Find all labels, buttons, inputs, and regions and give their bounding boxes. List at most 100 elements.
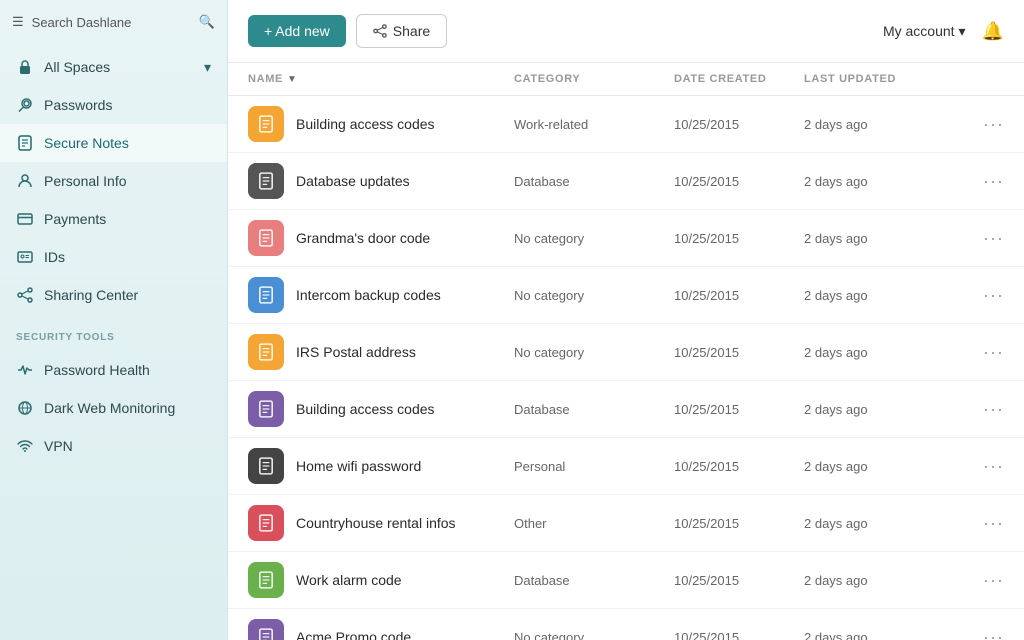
name-cell: Building access codes	[248, 106, 514, 142]
note-name: Countryhouse rental infos	[296, 515, 456, 531]
table-header: NAME ▼ CATEGORY DATE CREATED LAST UPDATE…	[228, 63, 1024, 96]
sidebar-item-sharing-center[interactable]: Sharing Center	[0, 276, 227, 314]
more-options-button[interactable]: ···	[964, 627, 1004, 640]
sidebar-security-section: Password Health Dark Web Monitoring VPN	[0, 347, 227, 469]
main-content: + Add new Share My account ▾ 🔔 NAME ▼ CA…	[228, 0, 1024, 640]
note-category: No category	[514, 630, 674, 640]
sidebar-item-dark-web[interactable]: Dark Web Monitoring	[0, 389, 227, 427]
sort-icon: ▼	[287, 74, 298, 85]
id-icon	[16, 248, 34, 266]
note-color-icon	[248, 163, 284, 199]
table-row: Work alarm code Database 10/25/2015 2 da…	[228, 552, 1024, 609]
note-name: Acme Promo code	[296, 629, 411, 640]
heart-icon	[16, 361, 34, 379]
sidebar-item-personal-info[interactable]: Personal Info	[0, 162, 227, 200]
note-name: IRS Postal address	[296, 344, 416, 360]
share-label: Share	[393, 23, 430, 39]
share-button[interactable]: Share	[356, 14, 447, 48]
security-tools-label: SECURITY TOOLS	[0, 318, 227, 347]
table-row: Countryhouse rental infos Other 10/25/20…	[228, 495, 1024, 552]
table-row: Building access codes Database 10/25/201…	[228, 381, 1024, 438]
note-date-created: 10/25/2015	[674, 459, 804, 474]
table-row: Building access codes Work-related 10/25…	[228, 96, 1024, 153]
name-cell: Database updates	[248, 163, 514, 199]
note-name: Work alarm code	[296, 572, 402, 588]
table-row: Intercom backup codes No category 10/25/…	[228, 267, 1024, 324]
more-options-button[interactable]: ···	[964, 228, 1004, 249]
column-category: CATEGORY	[514, 73, 674, 85]
note-last-updated: 2 days ago	[804, 231, 964, 246]
more-options-button[interactable]: ···	[964, 171, 1004, 192]
name-cell: Countryhouse rental infos	[248, 505, 514, 541]
more-options-button[interactable]: ···	[964, 513, 1004, 534]
note-color-icon	[248, 619, 284, 640]
add-new-button[interactable]: + Add new	[248, 15, 346, 47]
note-category: Work-related	[514, 117, 674, 132]
person-icon	[16, 172, 34, 190]
more-options-button[interactable]: ···	[964, 456, 1004, 477]
name-cell: Work alarm code	[248, 562, 514, 598]
table-row: Database updates Database 10/25/2015 2 d…	[228, 153, 1024, 210]
sidebar-main-section: All Spaces ▾ Passwords Secure Notes Pers…	[0, 44, 227, 318]
note-last-updated: 2 days ago	[804, 630, 964, 640]
table-body: Building access codes Work-related 10/25…	[228, 96, 1024, 640]
note-category: No category	[514, 345, 674, 360]
note-date-created: 10/25/2015	[674, 516, 804, 531]
note-color-icon	[248, 448, 284, 484]
note-category: No category	[514, 288, 674, 303]
sidebar-item-secure-notes[interactable]: Secure Notes	[0, 124, 227, 162]
toolbar: + Add new Share My account ▾ 🔔	[228, 0, 1024, 63]
note-category: No category	[514, 231, 674, 246]
my-account-button[interactable]: My account ▾	[883, 23, 966, 40]
sidebar-item-payments[interactable]: Payments	[0, 200, 227, 238]
note-last-updated: 2 days ago	[804, 516, 964, 531]
note-date-created: 10/25/2015	[674, 345, 804, 360]
sidebar-item-label: Sharing Center	[44, 287, 138, 303]
name-cell: Grandma's door code	[248, 220, 514, 256]
note-name: Grandma's door code	[296, 230, 430, 246]
share-icon	[16, 286, 34, 304]
column-last-updated: LAST UPDATED	[804, 73, 964, 85]
note-category: Personal	[514, 459, 674, 474]
notification-bell-icon[interactable]: 🔔	[982, 21, 1004, 42]
sidebar-item-vpn[interactable]: VPN	[0, 427, 227, 465]
more-options-button[interactable]: ···	[964, 399, 1004, 420]
name-cell: Home wifi password	[248, 448, 514, 484]
table-row: Acme Promo code No category 10/25/2015 2…	[228, 609, 1024, 640]
more-options-button[interactable]: ···	[964, 342, 1004, 363]
share-icon	[373, 24, 387, 38]
sidebar-item-label: IDs	[44, 249, 65, 265]
more-options-button[interactable]: ···	[964, 114, 1004, 135]
table-row: IRS Postal address No category 10/25/201…	[228, 324, 1024, 381]
more-options-button[interactable]: ···	[964, 570, 1004, 591]
note-date-created: 10/25/2015	[674, 288, 804, 303]
sidebar-item-label: All Spaces	[44, 59, 110, 75]
note-last-updated: 2 days ago	[804, 459, 964, 474]
lock-icon	[16, 58, 34, 76]
sidebar-item-label: Payments	[44, 211, 106, 227]
globe-icon	[16, 399, 34, 417]
sidebar-item-passwords[interactable]: Passwords	[0, 86, 227, 124]
note-last-updated: 2 days ago	[804, 117, 964, 132]
card-icon	[16, 210, 34, 228]
more-options-button[interactable]: ···	[964, 285, 1004, 306]
sidebar-item-ids[interactable]: IDs	[0, 238, 227, 276]
sidebar-item-all-spaces[interactable]: All Spaces ▾	[0, 48, 227, 86]
sidebar-item-label: Passwords	[44, 97, 112, 113]
name-cell: Intercom backup codes	[248, 277, 514, 313]
column-name[interactable]: NAME ▼	[248, 73, 514, 85]
note-color-icon	[248, 505, 284, 541]
note-color-icon	[248, 220, 284, 256]
chevron-down-icon: ▾	[204, 59, 211, 76]
note-category: Database	[514, 573, 674, 588]
note-last-updated: 2 days ago	[804, 402, 964, 417]
note-date-created: 10/25/2015	[674, 174, 804, 189]
note-name: Building access codes	[296, 401, 435, 417]
name-cell: Acme Promo code	[248, 619, 514, 640]
sidebar-item-label: Personal Info	[44, 173, 127, 189]
search-label: Search Dashlane	[32, 15, 132, 30]
note-date-created: 10/25/2015	[674, 573, 804, 588]
note-icon	[16, 134, 34, 152]
search-bar[interactable]: ☰ Search Dashlane 🔍	[0, 0, 227, 44]
sidebar-item-password-health[interactable]: Password Health	[0, 351, 227, 389]
